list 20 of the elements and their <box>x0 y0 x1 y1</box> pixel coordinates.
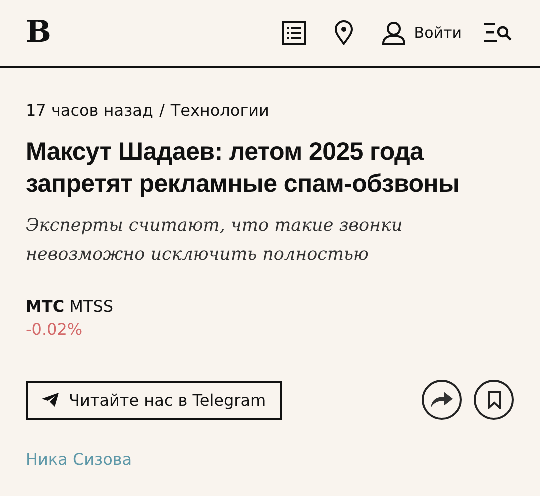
location-pin-icon[interactable] <box>334 20 354 46</box>
share-button[interactable] <box>422 380 462 420</box>
list-icon[interactable] <box>282 21 306 45</box>
bookmark-icon <box>488 391 500 409</box>
article-subtitle: Эксперты считают, что такие звонки невозможно исключить полностью <box>26 215 404 267</box>
article-title: Максут Шадаев: летом 2025 года запретят рекламные спам-обзвоны <box>26 137 461 200</box>
menu-search-icon[interactable] <box>484 23 514 43</box>
category-link[interactable]: Технологии <box>170 100 270 122</box>
paper-plane-icon <box>42 393 59 407</box>
bookmark-button[interactable] <box>474 380 514 420</box>
share-arrow-icon <box>431 392 453 408</box>
logo[interactable]: В <box>26 18 52 48</box>
telegram-button[interactable]: Читайте нас в Telegram <box>26 380 282 420</box>
login-button[interactable]: Войти <box>414 24 462 42</box>
ticker-symbol: MTSS <box>70 297 114 316</box>
user-icon[interactable] <box>382 21 406 45</box>
company-name: МТС <box>26 297 65 316</box>
publish-time: 17 часов назад <box>26 100 154 122</box>
price-change: -0.02% <box>26 319 84 341</box>
separator: / <box>159 100 165 122</box>
